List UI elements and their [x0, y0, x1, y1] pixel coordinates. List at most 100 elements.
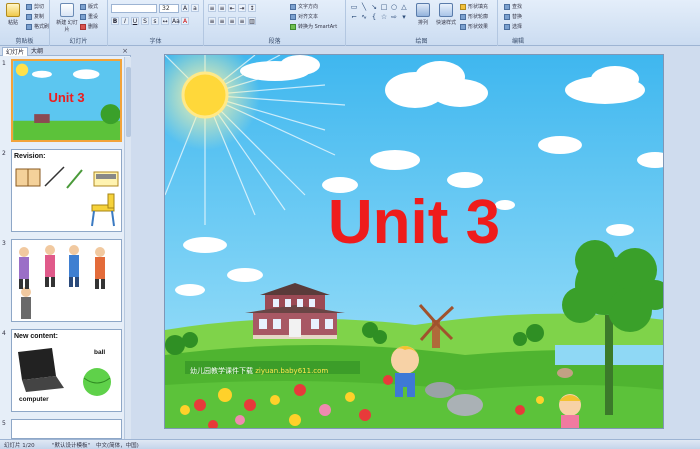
paste-icon — [6, 3, 20, 17]
scissors-icon — [26, 3, 32, 10]
triangle-shape-icon[interactable]: △ — [400, 3, 408, 11]
panel-scrollbar[interactable] — [124, 57, 131, 439]
justify-icon[interactable]: ≡ — [238, 17, 246, 25]
textbox-shape-icon[interactable]: ▭ — [350, 3, 358, 11]
increase-indent-icon[interactable]: ⇥ — [238, 4, 246, 12]
text-direction-button[interactable]: 文字方向 — [290, 3, 318, 10]
shape-effects-button[interactable]: 形状效果 — [460, 23, 488, 30]
shrink-font-icon[interactable]: a — [191, 4, 199, 12]
rightarrow-shape-icon[interactable]: ⇨ — [390, 13, 398, 21]
smartart-button[interactable]: 转换为 SmartArt — [290, 23, 337, 30]
shadow-icon[interactable]: s — [151, 17, 159, 25]
bend-shape-icon[interactable]: ⌐ — [350, 13, 358, 21]
layout-button[interactable]: 版式 — [80, 3, 98, 10]
replace-button[interactable]: 替换 — [504, 13, 522, 20]
find-button[interactable]: 查找 — [504, 3, 522, 10]
italic-icon[interactable]: I — [121, 17, 129, 25]
columns-icon[interactable]: ▥ — [248, 17, 256, 25]
tab-slides[interactable]: 幻灯片 — [2, 47, 29, 56]
slides-group: 新建 幻灯片 版式 重设 删除 幻灯片 — [50, 0, 108, 46]
slides-label: 幻灯片 — [69, 38, 88, 45]
reset-icon — [80, 13, 86, 20]
align-right-icon[interactable]: ≡ — [228, 17, 236, 25]
numbering-icon[interactable]: ≡ — [218, 4, 226, 12]
line-spacing-icon[interactable]: ↕ — [248, 4, 256, 12]
replace-icon — [504, 13, 510, 20]
rect-shape-icon[interactable]: □ — [380, 3, 388, 11]
font-color-icon[interactable]: A — [181, 17, 189, 25]
slide-thumbnail-2[interactable]: Revision: — [11, 149, 122, 232]
bold-icon[interactable]: B — [111, 17, 119, 25]
cut-button[interactable]: 剪切 — [26, 3, 44, 10]
font-size-select[interactable]: 32 — [159, 4, 179, 13]
slide-title[interactable]: Unit 3 — [165, 187, 663, 258]
quick-styles-button[interactable]: 快速样式 — [434, 2, 458, 36]
smartart-icon — [290, 23, 296, 30]
more-shapes-icon[interactable]: ▾ — [400, 13, 408, 21]
slide-number: 1 — [2, 60, 6, 67]
bullets-icon[interactable]: ≡ — [208, 4, 216, 12]
font-name-select[interactable] — [111, 4, 157, 13]
tab-outline[interactable]: 大纲 — [28, 47, 46, 56]
curve-shape-icon[interactable]: ∿ — [360, 13, 368, 21]
align-left-icon[interactable]: ≡ — [208, 17, 216, 25]
shape-outline-button[interactable]: 形状轮廓 — [460, 13, 488, 20]
strikethrough-icon[interactable]: S — [141, 17, 149, 25]
slide-number: 4 — [2, 330, 6, 337]
slides-panel: 幻灯片 大纲 × 1 Unit 3 2 Revision: 3 4 New co… — [0, 46, 131, 439]
current-slide[interactable]: Unit 3 幼儿园教学课件下载 ziyuan.baby611.com — [164, 54, 664, 429]
star-shape-icon[interactable]: ☆ — [380, 13, 388, 21]
copy-button[interactable]: 复制 — [26, 13, 44, 20]
cursor-icon — [504, 23, 510, 30]
format-painter-button[interactable]: 格式刷 — [26, 23, 49, 30]
align-center-icon[interactable]: ≡ — [218, 17, 226, 25]
thumbnail-title: Unit 3 — [48, 90, 85, 105]
line-shape-icon[interactable]: ╲ — [360, 3, 368, 11]
laptop-ball-icon — [18, 348, 111, 396]
panel-tabs: 幻灯片 大纲 × — [0, 46, 131, 56]
arrange-button[interactable]: 排列 — [412, 2, 434, 36]
slide-thumbnail-3[interactable] — [11, 239, 122, 322]
people-icon — [19, 245, 105, 319]
slide-thumbnail-5[interactable] — [11, 419, 122, 439]
oval-shape-icon[interactable]: ○ — [390, 3, 398, 11]
char-spacing-icon[interactable]: ↔ — [161, 17, 169, 25]
editing-group: 查找 替换 选择 编辑 — [498, 0, 538, 46]
slide-editor: Unit 3 幼儿园教学课件下载 ziyuan.baby611.com — [131, 46, 700, 439]
new-slide-button[interactable]: 新建 幻灯片 — [56, 2, 78, 36]
paste-button[interactable]: 粘贴 — [2, 2, 24, 36]
effects-icon — [460, 23, 466, 30]
font-label: 字体 — [149, 38, 162, 45]
watermark-text: 幼儿园教学课件下载 ziyuan.baby611.com — [190, 367, 329, 375]
decrease-indent-icon[interactable]: ⇤ — [228, 4, 236, 12]
language-indicator[interactable]: 中文(简体，中国) — [96, 441, 139, 449]
status-bar: 幻灯片 1/20 "默认设计模板" 中文(简体，中国) — [0, 439, 700, 449]
close-panel-icon[interactable]: × — [122, 47, 128, 55]
align-text-icon — [290, 13, 296, 20]
align-text-button[interactable]: 对齐文本 — [290, 13, 318, 20]
ribbon: 粘贴 剪切 复制 格式刷 剪贴板 新建 幻灯片 版式 重设 删除 幻灯片 32 … — [0, 0, 700, 46]
arrow-shape-icon[interactable]: ↘ — [370, 3, 378, 11]
list-row: ≡ ≡ ⇤ ⇥ ↕ — [208, 4, 256, 12]
binoculars-icon — [504, 3, 510, 10]
change-case-icon[interactable]: Aa — [171, 17, 180, 25]
reset-button[interactable]: 重设 — [80, 13, 98, 20]
align-row: ≡ ≡ ≡ ≡ ▥ — [208, 17, 256, 25]
brush-icon — [26, 23, 32, 30]
new-slide-icon — [60, 3, 74, 17]
underline-icon[interactable]: U — [131, 17, 139, 25]
layout-icon — [80, 3, 86, 10]
shapes-gallery[interactable]: ▭ ╲ ↘ □ ○ △ ⌐ ∿ {☆ ⇨ ▾ — [350, 3, 408, 21]
font-group: 32 Aa B I U S s ↔ Aa A 字体 — [108, 0, 204, 46]
shape-fill-button[interactable]: 形状填充 — [460, 3, 488, 10]
brace-shape-icon[interactable]: { — [370, 13, 378, 21]
delete-button[interactable]: 删除 — [80, 23, 98, 30]
slide-thumbnail-1[interactable]: Unit 3 — [11, 59, 122, 142]
grow-font-icon[interactable]: A — [181, 4, 189, 12]
text-direction-icon — [290, 3, 296, 10]
slide-thumbnail-4[interactable]: New content: ball computer — [11, 329, 122, 412]
select-button[interactable]: 选择 — [504, 23, 522, 30]
quick-styles-icon — [439, 3, 453, 17]
font-size-buttons: Aa — [181, 4, 199, 12]
copy-icon — [26, 13, 32, 20]
